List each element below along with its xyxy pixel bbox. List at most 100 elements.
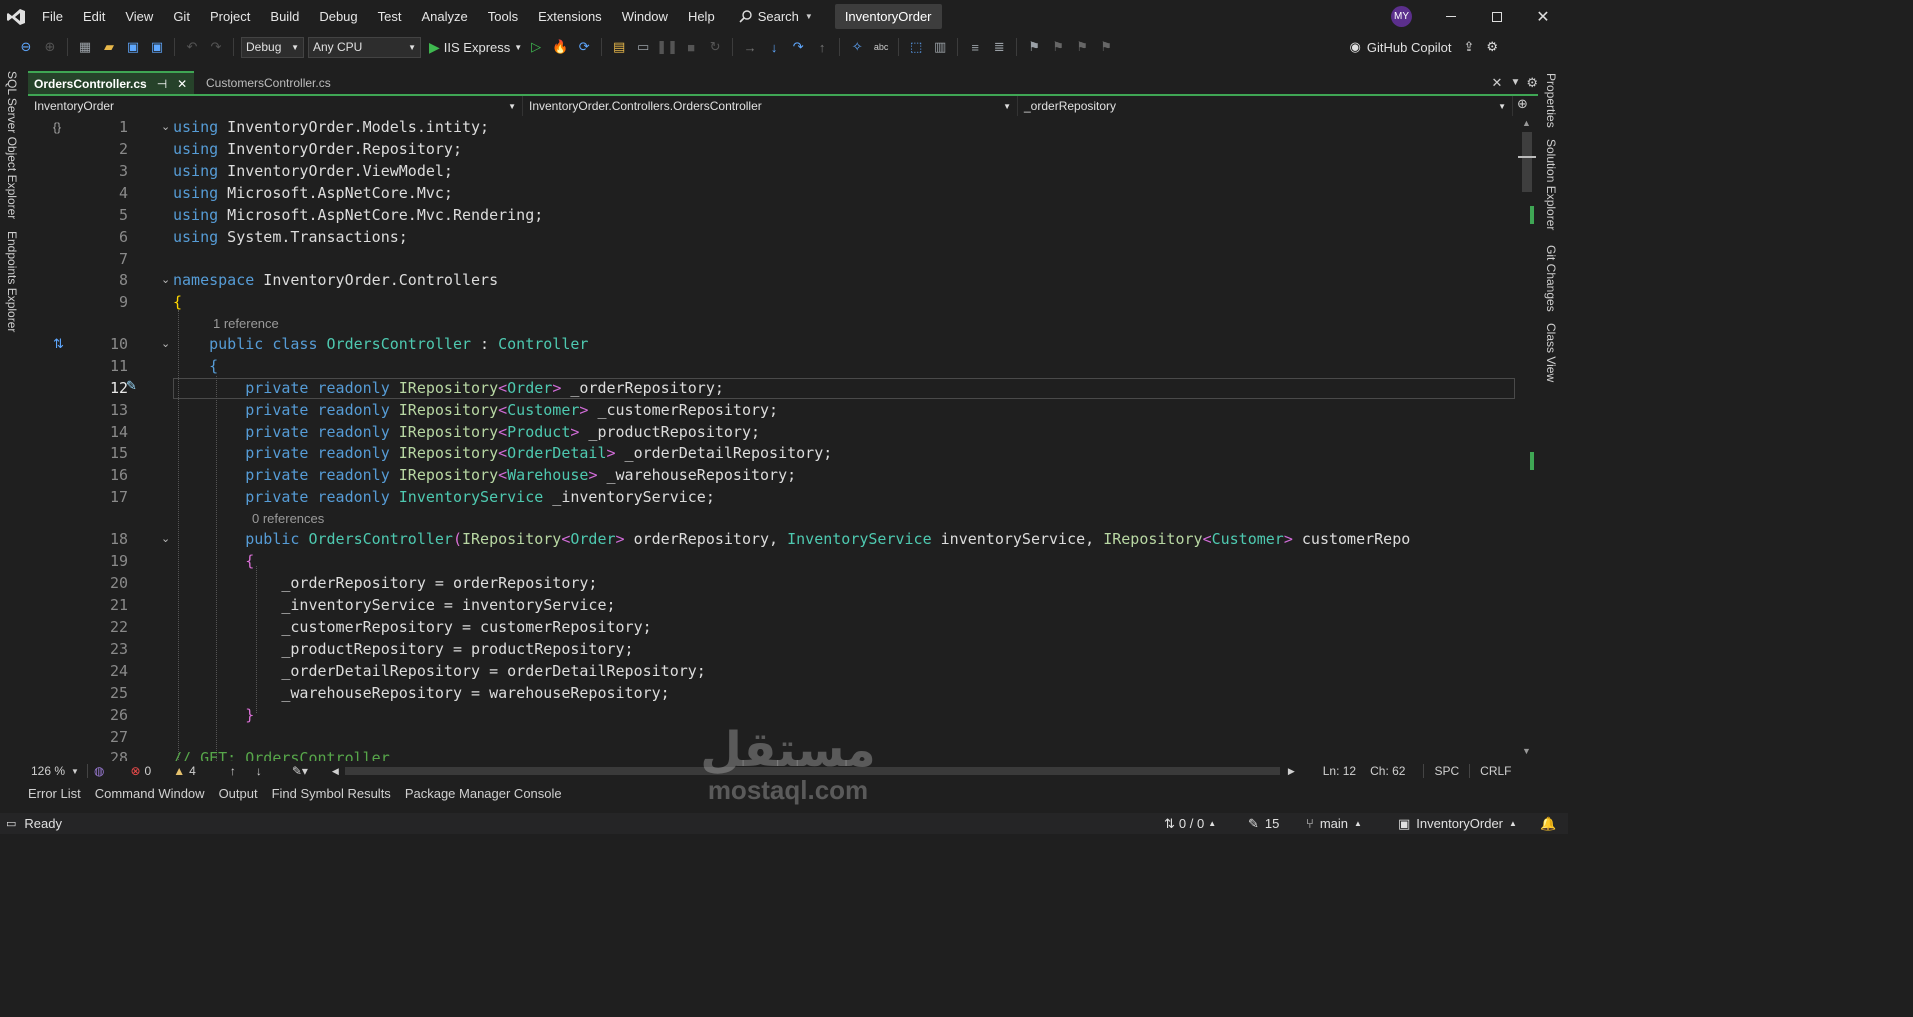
- class-view-icon[interactable]: ▥: [930, 37, 950, 57]
- platform-select[interactable]: Any CPU ▼: [308, 36, 421, 58]
- menu-test[interactable]: Test: [368, 0, 412, 33]
- navigate-back-icon[interactable]: ⊖: [16, 37, 36, 57]
- search-button[interactable]: Search ▼: [731, 4, 821, 30]
- type-dropdown[interactable]: InventoryOrder.Controllers.OrdersControl…: [523, 96, 1018, 116]
- fold-icon[interactable]: ⌄: [161, 532, 173, 545]
- sync-indicator[interactable]: ⇅ 0 / 0 ▲: [1164, 816, 1216, 832]
- avatar[interactable]: MY: [1391, 6, 1412, 27]
- notifications-icon[interactable]: 🔔: [1540, 816, 1556, 832]
- bookmark-icon[interactable]: ⚑: [1024, 37, 1044, 57]
- menu-project[interactable]: Project: [200, 0, 260, 33]
- step-over-icon[interactable]: ↷: [788, 37, 808, 57]
- scroll-down-icon[interactable]: ▼: [1522, 746, 1531, 756]
- refresh-icon[interactable]: ⟳: [574, 37, 594, 57]
- menu-help[interactable]: Help: [678, 0, 725, 33]
- fold-icon[interactable]: ⌄: [161, 337, 173, 350]
- tab-customerscontroller[interactable]: CustomersController.cs: [200, 71, 376, 95]
- tab-error-list[interactable]: Error List: [28, 784, 89, 804]
- codelens-references[interactable]: 1 reference: [213, 316, 279, 331]
- spell-check-icon[interactable]: abc: [871, 37, 891, 57]
- tab-package-manager-console[interactable]: Package Manager Console: [405, 784, 570, 804]
- configuration-select[interactable]: Debug ▼: [241, 36, 304, 58]
- minimize-button[interactable]: [1428, 0, 1474, 33]
- close-all-icon[interactable]: ✕: [1492, 71, 1503, 95]
- show-next-statement-icon[interactable]: →: [740, 37, 760, 57]
- codelens-references[interactable]: 0 references: [252, 511, 324, 526]
- close-icon[interactable]: ✕: [177, 77, 187, 91]
- project-dropdown[interactable]: InventoryOrder ▼: [28, 96, 523, 116]
- stop-icon[interactable]: ■: [681, 37, 701, 57]
- endpoints-explorer-tab[interactable]: Endpoints Explorer: [5, 231, 19, 332]
- visual-studio-logo-icon[interactable]: [0, 0, 32, 33]
- restore-button[interactable]: [1474, 0, 1520, 33]
- hot-reload-icon[interactable]: 🔥: [550, 37, 570, 57]
- zoom-select[interactable]: 126 % ▼: [28, 764, 88, 778]
- menu-edit[interactable]: Edit: [73, 0, 115, 33]
- scroll-left-icon[interactable]: ◀: [332, 766, 339, 777]
- code-cleanup-icon[interactable]: ✧: [847, 37, 867, 57]
- menu-tools[interactable]: Tools: [478, 0, 528, 33]
- branch-selector[interactable]: ⑂ main ▲: [1306, 816, 1362, 831]
- line-indicator[interactable]: Ln: 12: [1323, 764, 1356, 778]
- uncomment-lines-icon[interactable]: ≣: [989, 37, 1009, 57]
- feedback-icon[interactable]: ⚙: [1486, 39, 1498, 55]
- scroll-thumb[interactable]: [1522, 132, 1532, 192]
- tab-find-symbol-results[interactable]: Find Symbol Results: [272, 784, 399, 804]
- layout-icon[interactable]: ▭: [633, 37, 653, 57]
- pin-icon[interactable]: ⊣: [157, 77, 167, 91]
- warning-icon[interactable]: ▲: [173, 764, 185, 778]
- step-out-icon[interactable]: ↑: [812, 37, 832, 57]
- repository-selector[interactable]: ▣ InventoryOrder ▲: [1398, 816, 1517, 832]
- share-icon[interactable]: ⇪: [1463, 39, 1474, 55]
- browse-folder-icon[interactable]: ▤: [609, 37, 629, 57]
- tab-output[interactable]: Output: [219, 784, 266, 804]
- menu-file[interactable]: File: [32, 0, 73, 33]
- restart-icon[interactable]: ↻: [705, 37, 725, 57]
- error-icon[interactable]: ⊗: [130, 764, 140, 778]
- git-changes-tab[interactable]: Git Changes: [1544, 245, 1558, 312]
- github-copilot-button[interactable]: ◉ GitHub Copilot ⇪ ⚙: [1350, 39, 1498, 55]
- tab-orderscontroller[interactable]: OrdersController.cs ⊣ ✕: [28, 71, 194, 95]
- pause-icon[interactable]: ❚❚: [656, 37, 678, 57]
- code-cleanup-icon[interactable]: ✎▾: [292, 764, 308, 778]
- fold-icon[interactable]: ⌄: [161, 273, 173, 286]
- save-icon[interactable]: ▣: [123, 37, 143, 57]
- solution-explorer-tab[interactable]: Solution Explorer: [1544, 139, 1558, 230]
- tab-overflow-icon[interactable]: ▼: [1510, 71, 1520, 95]
- scroll-up-icon[interactable]: ▲: [1522, 118, 1531, 128]
- next-issue-icon[interactable]: ↓: [256, 764, 262, 778]
- close-window-button[interactable]: ✕: [1520, 0, 1566, 33]
- menu-analyze[interactable]: Analyze: [411, 0, 477, 33]
- code-editor[interactable]: {} ⇅ ✎ 1 2 3 4 5 6 7 8 9 10 11 12 13 14 15 16 17 18 19 20 21…: [28, 116, 1518, 761]
- clear-bookmarks-icon[interactable]: ⚑: [1096, 37, 1116, 57]
- navigate-forward-icon[interactable]: ⊕: [40, 37, 60, 57]
- outline-icon[interactable]: {}: [53, 120, 61, 134]
- menu-view[interactable]: View: [115, 0, 163, 33]
- save-all-icon[interactable]: ▣: [147, 37, 167, 57]
- line-ending-indicator[interactable]: CRLF: [1469, 764, 1512, 778]
- properties-tab[interactable]: Properties: [1544, 73, 1558, 128]
- member-dropdown[interactable]: _orderRepository ▼: [1018, 96, 1513, 116]
- intellicode-icon[interactable]: ◍: [94, 764, 104, 778]
- fold-icon[interactable]: ⌄: [161, 120, 173, 133]
- implements-icon[interactable]: ⇅: [53, 336, 64, 352]
- previous-issue-icon[interactable]: ↑: [230, 764, 236, 778]
- start-debugging-button[interactable]: ▶ IIS Express ▼: [429, 39, 522, 56]
- menu-build[interactable]: Build: [260, 0, 309, 33]
- column-indicator[interactable]: Ch: 62: [1370, 764, 1405, 778]
- redo-icon[interactable]: ↷: [206, 37, 226, 57]
- class-view-tab[interactable]: Class View: [1544, 323, 1558, 382]
- scroll-right-icon[interactable]: ▶: [1288, 766, 1295, 777]
- vertical-scrollbar[interactable]: ▲ ▼: [1518, 116, 1538, 761]
- tab-command-window[interactable]: Command Window: [95, 784, 213, 804]
- open-folder-icon[interactable]: ▰: [99, 37, 119, 57]
- sql-server-object-explorer-tab[interactable]: SQL Server Object Explorer: [5, 71, 19, 219]
- new-project-icon[interactable]: ▦: [75, 37, 95, 57]
- menu-debug[interactable]: Debug: [309, 0, 367, 33]
- next-bookmark-icon[interactable]: ⚑: [1072, 37, 1092, 57]
- error-count[interactable]: 0: [145, 764, 152, 778]
- menu-extensions[interactable]: Extensions: [528, 0, 612, 33]
- step-into-icon[interactable]: ↓: [764, 37, 784, 57]
- split-editor-icon[interactable]: ⊕: [1517, 96, 1528, 116]
- whitespace-indicator[interactable]: SPC: [1423, 764, 1459, 778]
